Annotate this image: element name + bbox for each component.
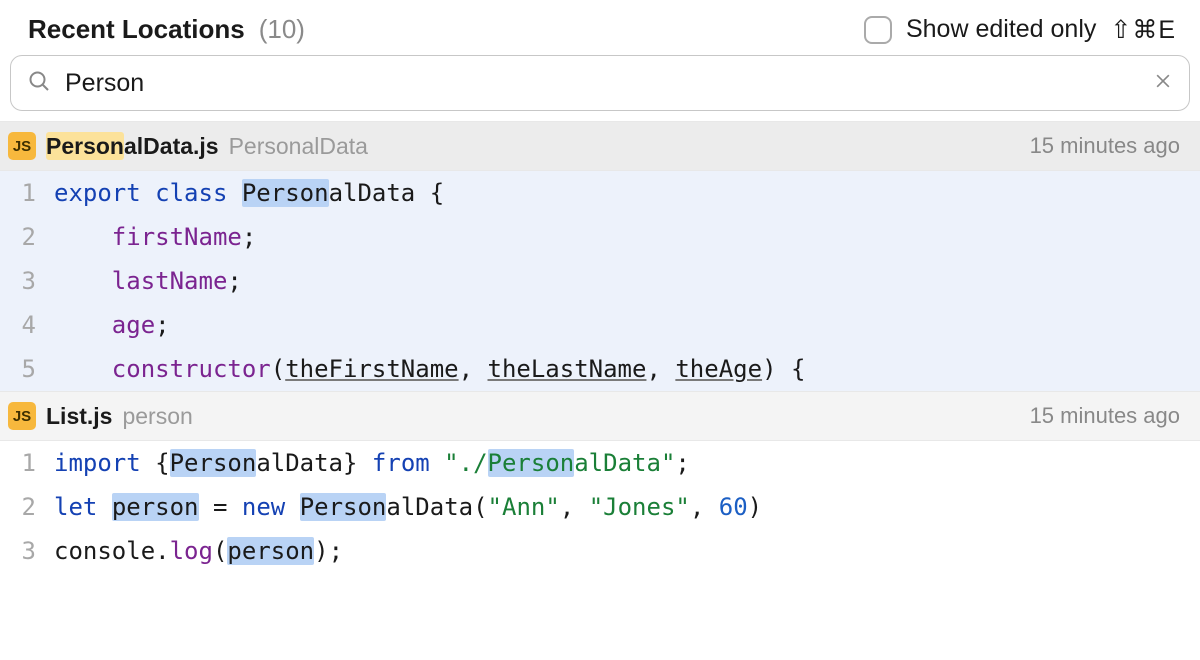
code-text: age; (48, 303, 170, 347)
header-left: Recent Locations (10) (28, 14, 305, 45)
line-number: 1 (0, 441, 48, 485)
clear-icon[interactable] (1153, 71, 1173, 96)
search-input[interactable] (65, 69, 1139, 98)
file-context: person (122, 403, 192, 430)
search-wrap (0, 55, 1200, 121)
result-timestamp: 15 minutes ago (1030, 403, 1180, 429)
search-icon (27, 69, 51, 98)
show-edited-label[interactable]: Show edited only (906, 15, 1096, 44)
code-line: 3 lastName; (0, 259, 1200, 303)
result-item[interactable]: JS PersonalData.js PersonalData 15 minut… (0, 121, 1200, 391)
shortcut-hint: ⇧⌘E (1110, 15, 1176, 45)
js-file-icon: JS (8, 402, 36, 430)
result-header-left: JS PersonalData.js PersonalData (8, 132, 368, 160)
js-file-icon: JS (8, 132, 36, 160)
popup-header: Recent Locations (10) Show edited only ⇧… (0, 0, 1200, 55)
file-context: PersonalData (229, 133, 368, 160)
code-line: 2 firstName; (0, 215, 1200, 259)
header-right: Show edited only ⇧⌘E (864, 15, 1176, 45)
code-line: 5 constructor(theFirstName, theLastName,… (0, 347, 1200, 391)
code-text: import {PersonalData} from "./PersonalDa… (48, 441, 690, 485)
code-text: console.log(person); (48, 529, 343, 573)
result-item[interactable]: JS List.js person 15 minutes ago 1 impor… (0, 391, 1200, 573)
result-header-left: JS List.js person (8, 402, 193, 430)
code-line: 1 import {PersonalData} from "./Personal… (0, 441, 1200, 485)
show-edited-checkbox[interactable] (864, 16, 892, 44)
result-count: (10) (259, 14, 305, 45)
file-name: PersonalData.js (46, 133, 219, 160)
line-number: 3 (0, 529, 48, 573)
result-timestamp: 15 minutes ago (1030, 133, 1180, 159)
line-number: 2 (0, 485, 48, 529)
line-number: 4 (0, 303, 48, 347)
file-name: List.js (46, 403, 112, 430)
result-header[interactable]: JS List.js person 15 minutes ago (0, 391, 1200, 441)
code-text: lastName; (48, 259, 242, 303)
popup-title: Recent Locations (28, 14, 245, 45)
code-text: let person = new PersonalData("Ann", "Jo… (48, 485, 762, 529)
code-snippet[interactable]: 1 export class PersonalData { 2 firstNam… (0, 171, 1200, 391)
code-line: 1 export class PersonalData { (0, 171, 1200, 215)
code-text: firstName; (48, 215, 256, 259)
code-text: constructor(theFirstName, theLastName, t… (48, 347, 805, 391)
line-number: 3 (0, 259, 48, 303)
code-snippet[interactable]: 1 import {PersonalData} from "./Personal… (0, 441, 1200, 573)
line-number: 1 (0, 171, 48, 215)
search-field[interactable] (10, 55, 1190, 111)
line-number: 5 (0, 347, 48, 391)
result-header[interactable]: JS PersonalData.js PersonalData 15 minut… (0, 121, 1200, 171)
code-line: 4 age; (0, 303, 1200, 347)
line-number: 2 (0, 215, 48, 259)
code-line: 3 console.log(person); (0, 529, 1200, 573)
results-list: JS PersonalData.js PersonalData 15 minut… (0, 121, 1200, 573)
code-text: export class PersonalData { (48, 171, 444, 215)
code-line: 2 let person = new PersonalData("Ann", "… (0, 485, 1200, 529)
